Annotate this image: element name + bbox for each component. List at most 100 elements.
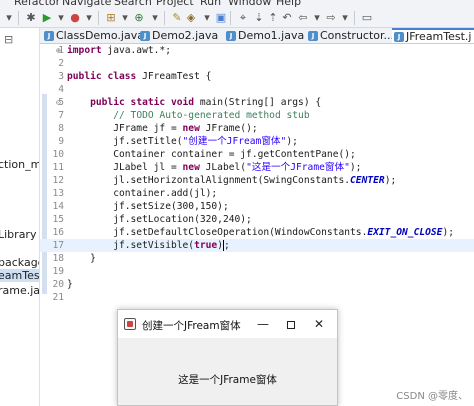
annotation-icon[interactable]: ▣: [214, 11, 228, 25]
jframe-titlebar[interactable]: 创建一个JFream窗体 — ✕: [118, 310, 337, 338]
tab-classdemo[interactable]: J ClassDemo.java: [42, 29, 144, 43]
code-line[interactable]: 15 jf.setLocation(320,240);: [40, 213, 474, 226]
new-class-icon[interactable]: ⊕: [132, 11, 146, 25]
java-file-icon: J: [394, 32, 404, 42]
debug-icon[interactable]: ✱: [24, 11, 38, 25]
minimize-button[interactable]: —: [254, 315, 272, 333]
menu-bar: Refactor Navigate Search Project Run Win…: [0, 0, 474, 8]
menu-project[interactable]: Project: [156, 0, 194, 8]
fold-toggle-icon[interactable]: ⊕: [56, 44, 61, 57]
menu-navigate[interactable]: Navigate: [62, 0, 111, 8]
new-class-dropdown-icon[interactable]: ▾: [148, 11, 162, 25]
tab-demo2[interactable]: J Demo2.java: [138, 29, 219, 43]
code-text: JFrame jf = new JFrame();: [67, 123, 258, 134]
line-number: 13: [52, 188, 64, 199]
tab-jfreamtest[interactable]: J JFreamTest.j: [392, 28, 474, 43]
package-explorer-item-selected[interactable]: eamTest.ja: [0, 269, 39, 282]
search-icon[interactable]: ◈: [184, 11, 198, 25]
code-text: JLabel jl = new JLabel("这是一个JFrame窗体");: [67, 162, 362, 173]
close-button[interactable]: ✕: [310, 315, 328, 333]
code-line[interactable]: 5 ⊝ public static void main(String[] args…: [40, 96, 474, 109]
package-explorer-item[interactable]: rame.java: [0, 284, 39, 297]
forward-dropdown-icon[interactable]: ▾: [338, 11, 352, 25]
tab-label: Demo1.java: [238, 29, 305, 42]
code-line[interactable]: 19: [40, 265, 474, 278]
code-line[interactable]: 1 ⊕ import java.awt.*;: [40, 44, 474, 57]
code-line[interactable]: 3 public class JFreamTest {: [40, 70, 474, 83]
code-text: container.add(jl);: [67, 188, 218, 199]
code-text: jf.setTitle("创建一个JFream窗体");: [67, 136, 298, 147]
code-text: }: [67, 279, 73, 290]
tab-label: Demo2.java: [152, 29, 219, 42]
code-line[interactable]: 8 JFrame jf = new JFrame();: [40, 122, 474, 135]
line-number: 16: [52, 227, 64, 238]
code-line[interactable]: 2: [40, 57, 474, 70]
menu-help[interactable]: Help: [276, 0, 301, 8]
collapse-all-icon[interactable]: ⊟: [4, 34, 16, 46]
back-dropdown-icon[interactable]: ▾: [310, 11, 324, 25]
line-number: 1: [58, 45, 64, 56]
toolbar-separator: [18, 11, 19, 25]
code-line[interactable]: 13 container.add(jl);: [40, 187, 474, 200]
external-tools-dropdown-icon[interactable]: ▾: [82, 11, 96, 25]
new-package-dropdown-icon[interactable]: ▾: [118, 11, 132, 25]
tab-label: JFreamTest.j: [406, 30, 472, 43]
tab-constructor[interactable]: J Constructor...: [306, 29, 394, 43]
java-file-icon: J: [226, 31, 236, 41]
line-number: 14: [52, 201, 64, 212]
code-line[interactable]: 16 jf.setDefaultCloseOperation(WindowCon…: [40, 226, 474, 239]
run-icon[interactable]: ▶: [40, 11, 54, 25]
code-line[interactable]: 11 JLabel jl = new JLabel("这是一个JFrame窗体"…: [40, 161, 474, 174]
code-line[interactable]: 21: [40, 291, 474, 304]
fold-toggle-icon[interactable]: ⊝: [56, 96, 61, 109]
line-number: 21: [52, 292, 64, 303]
code-line[interactable]: 14 jf.setSize(300,150);: [40, 200, 474, 213]
menu-run[interactable]: Run: [200, 0, 221, 8]
package-explorer-item[interactable]: package: [0, 256, 39, 269]
pin-icon[interactable]: ⌖: [236, 11, 250, 25]
forward-icon[interactable]: ⇨: [324, 11, 338, 25]
new-package-icon[interactable]: ⊞: [104, 11, 118, 25]
menu-search[interactable]: Search: [114, 0, 152, 8]
code-line[interactable]: 9 jf.setTitle("创建一个JFream窗体");: [40, 135, 474, 148]
line-number: 4: [58, 84, 64, 95]
code-line[interactable]: 18 }: [40, 252, 474, 265]
line-number: 18: [52, 253, 64, 264]
line-number: 11: [52, 162, 64, 173]
code-line[interactable]: 12 jl.setHorizontalAlignment(SwingConsta…: [40, 174, 474, 187]
maximize-button[interactable]: [282, 315, 300, 333]
toggle-mark-icon[interactable]: ▭: [360, 11, 374, 25]
previous-annotation-icon[interactable]: ⇡: [266, 11, 280, 25]
line-number: 8: [58, 123, 64, 134]
next-annotation-icon[interactable]: ⇣: [252, 11, 266, 25]
open-type-icon[interactable]: ✎: [170, 11, 184, 25]
line-number: 9: [58, 136, 64, 147]
code-line[interactable]: 20}: [40, 278, 474, 291]
maximize-icon: [287, 320, 295, 329]
line-number: 20: [52, 279, 64, 290]
code-line[interactable]: 7 // TODO Auto-generated method stub: [40, 109, 474, 122]
menu-refactor[interactable]: Refactor: [14, 0, 60, 8]
java-file-icon: J: [44, 31, 54, 41]
line-number: 19: [52, 266, 64, 277]
last-edit-icon[interactable]: ↶: [280, 11, 294, 25]
code-text: }: [67, 253, 96, 264]
package-explorer-item[interactable]: ction_map: [0, 158, 39, 171]
package-explorer-item[interactable]: Library: [0, 228, 36, 241]
toolbar-separator: [230, 11, 231, 25]
run-dropdown-icon[interactable]: ▾: [54, 11, 68, 25]
search-dropdown-icon[interactable]: ▾: [200, 11, 214, 25]
watermark: CSDN @零度、: [396, 391, 468, 402]
back-icon[interactable]: ⇦: [296, 11, 310, 25]
code-text: jf.setDefaultCloseOperation(WindowConsta…: [67, 227, 455, 238]
menu-window[interactable]: Window: [228, 0, 271, 8]
code-line[interactable]: 17 jf.setVisible(true);: [40, 239, 474, 252]
code-line[interactable]: 10 Container container = jf.getContentPa…: [40, 148, 474, 161]
new-icon[interactable]: ▾: [2, 11, 16, 25]
toolbar-separator: [354, 11, 355, 25]
line-number: 12: [52, 175, 64, 186]
java-app-icon: [124, 318, 136, 330]
code-line[interactable]: 4: [40, 83, 474, 96]
tab-demo1[interactable]: J Demo1.java: [224, 29, 305, 43]
external-tools-icon[interactable]: ●: [68, 11, 82, 25]
